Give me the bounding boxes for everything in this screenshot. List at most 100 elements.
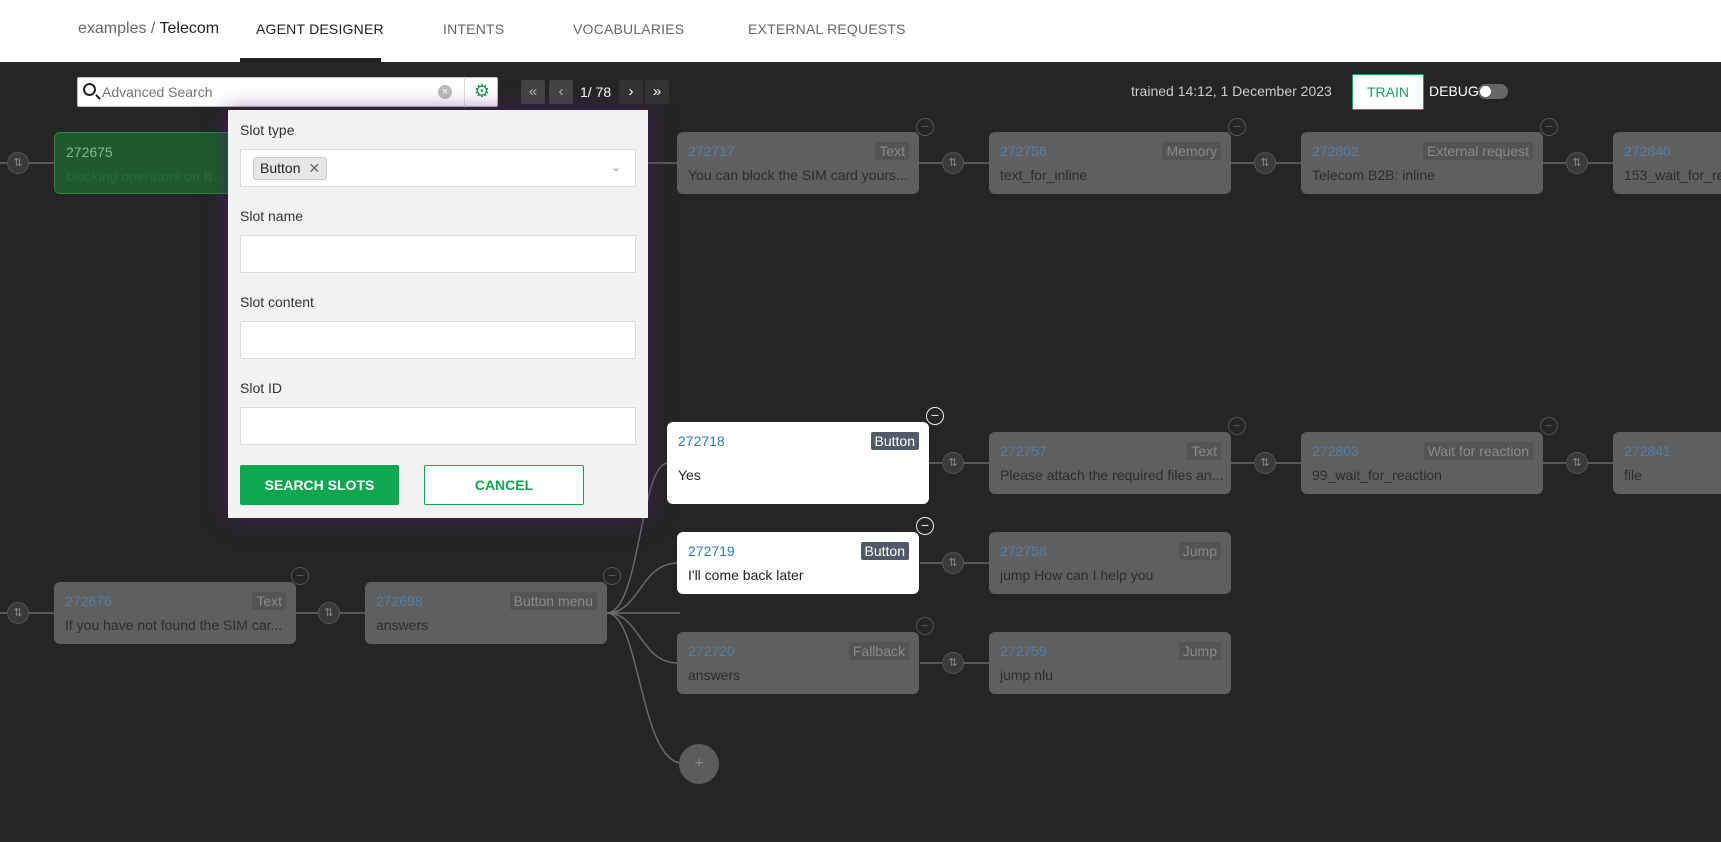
first-page-button[interactable]: « <box>521 80 545 104</box>
connector-icon[interactable]: ⇅ <box>1566 452 1588 474</box>
flow-node[interactable]: 272757 Text Please attach the required f… <box>989 432 1231 494</box>
slot-type-select[interactable]: Button ✕ ⌄ <box>240 149 636 187</box>
node-id: 272802 <box>1312 143 1359 159</box>
connector-icon[interactable]: ⇅ <box>942 152 964 174</box>
node-id: 272717 <box>688 143 735 159</box>
node-id: 272675 <box>66 144 113 160</box>
chevron-down-icon[interactable]: ⌄ <box>611 160 621 174</box>
node-type-badge: Memory <box>1162 142 1221 160</box>
node-id: 272841 <box>1624 443 1671 459</box>
connector-icon[interactable]: ⇅ <box>942 652 964 674</box>
connector-icon[interactable]: ⇅ <box>318 602 340 624</box>
slot-content-label: Slot content <box>240 294 314 310</box>
slot-content-input[interactable] <box>240 321 636 359</box>
train-button[interactable]: TRAIN <box>1352 74 1424 110</box>
node-text: answers <box>688 667 741 683</box>
collapse-icon[interactable]: − <box>916 617 934 635</box>
node-text: If you have not found the SIM car... <box>65 617 283 633</box>
add-node-button[interactable]: + <box>679 744 719 784</box>
node-type-badge: Button <box>860 542 909 560</box>
flow-node[interactable]: 272676 Text If you have not found the SI… <box>54 582 296 644</box>
flow-node[interactable]: 272803 Wait for reaction 99_wait_for_rea… <box>1301 432 1543 494</box>
collapse-icon[interactable]: − <box>291 567 309 585</box>
node-type-badge: Jump <box>1178 542 1221 560</box>
flow-node[interactable]: 272840 153_wait_for_re <box>1613 132 1721 194</box>
node-type-badge: Jump <box>1178 642 1221 660</box>
node-text: Telecom B2B: inline <box>1312 167 1435 183</box>
node-type-badge: Text <box>1187 442 1221 460</box>
flow-node-highlighted[interactable]: 272718 Button Yes <box>667 422 929 504</box>
search-slots-button[interactable]: SEARCH SLOTS <box>240 465 399 505</box>
filter-settings-icon[interactable]: ⚙ <box>464 77 499 107</box>
collapse-icon[interactable]: − <box>1540 417 1558 435</box>
prev-page-button[interactable]: ‹ <box>549 80 573 104</box>
flow-node-highlighted[interactable]: 272719 Button I'll come back later <box>677 532 919 594</box>
connector-icon[interactable]: ⇅ <box>942 452 964 474</box>
node-text: I'll come back later <box>688 567 804 583</box>
node-type-badge: Text <box>875 142 909 160</box>
collapse-icon[interactable]: − <box>1228 417 1246 435</box>
slot-type-chip[interactable]: Button ✕ <box>253 157 328 180</box>
node-id: 272840 <box>1624 143 1671 159</box>
flow-node[interactable]: 272698 Button menu answers <box>365 582 607 644</box>
trained-status: trained 14:12, 1 December 2023 <box>1131 83 1332 99</box>
flow-node[interactable]: 272759 Jump jump nlu <box>989 632 1231 694</box>
flow-node[interactable]: 272758 Jump jump How can I help you <box>989 532 1231 594</box>
slot-id-label: Slot ID <box>240 380 283 396</box>
next-page-button[interactable]: › <box>619 80 643 104</box>
last-page-button[interactable]: » <box>645 80 669 104</box>
flow-node[interactable]: 272720 Fallback answers <box>677 632 919 694</box>
chip-label: Button <box>260 160 301 176</box>
node-text: 153_wait_for_re <box>1624 167 1721 183</box>
connector-icon[interactable]: ⇅ <box>1254 152 1276 174</box>
advanced-search[interactable]: × ⚙ <box>77 77 502 107</box>
slot-name-label: Slot name <box>240 208 304 224</box>
debug-toggle[interactable] <box>1478 84 1508 99</box>
slot-id-input[interactable] <box>240 407 636 445</box>
node-text: You can block the SIM card yours... <box>688 167 908 183</box>
collapse-icon[interactable]: − <box>916 118 934 136</box>
node-id: 272803 <box>1312 443 1359 459</box>
flow-node[interactable]: 272841 file <box>1613 432 1721 494</box>
node-id: 272719 <box>688 543 735 559</box>
connector-icon[interactable]: ⇅ <box>1566 152 1588 174</box>
cancel-button[interactable]: CANCEL <box>424 465 584 505</box>
node-text: answers <box>376 617 429 633</box>
node-type-badge: Wait for reaction <box>1423 442 1533 460</box>
clear-icon[interactable]: × <box>438 85 452 99</box>
node-id: 272757 <box>1000 443 1047 459</box>
remove-chip-icon[interactable]: ✕ <box>308 160 320 176</box>
node-text: text_for_inline <box>1000 167 1088 183</box>
collapse-icon[interactable]: − <box>603 567 621 585</box>
advanced-search-panel: Slot type Button ✕ ⌄ Slot name Slot conte… <box>228 110 648 518</box>
node-type-badge: Fallback <box>848 642 909 660</box>
collapse-icon[interactable]: − <box>926 407 944 425</box>
node-text: file <box>1624 467 1642 483</box>
node-type-badge: Button <box>870 432 919 450</box>
connector-icon[interactable]: ⇅ <box>7 152 29 174</box>
flow-node[interactable]: 272756 Memory text_for_inline <box>989 132 1231 194</box>
node-type-badge: Button menu <box>509 592 597 610</box>
node-id: 272759 <box>1000 643 1047 659</box>
connector-icon[interactable]: ⇅ <box>1254 452 1276 474</box>
node-text: 99_wait_for_reaction <box>1312 467 1442 483</box>
collapse-icon[interactable]: − <box>1540 118 1558 136</box>
flow-node[interactable]: 272717 Text You can block the SIM card y… <box>677 132 919 194</box>
page-indicator: 1/ 78 <box>580 84 612 100</box>
slot-name-input[interactable] <box>240 235 636 273</box>
node-id: 272718 <box>678 433 725 449</box>
node-id: 272756 <box>1000 143 1047 159</box>
connector-icon[interactable]: ⇅ <box>7 602 29 624</box>
node-text: jump nlu <box>1000 667 1053 683</box>
node-text: jump How can I help you <box>1000 567 1154 583</box>
collapse-icon[interactable]: − <box>916 517 934 535</box>
debug-label: DEBUG <box>1429 83 1479 99</box>
flow-node[interactable]: 272802 External request Telecom B2B: inl… <box>1301 132 1543 194</box>
node-id: 272698 <box>376 593 423 609</box>
node-id: 272720 <box>688 643 735 659</box>
collapse-icon[interactable]: − <box>1228 118 1246 136</box>
connector-icon[interactable]: ⇅ <box>942 552 964 574</box>
node-text: Please attach the required files an... <box>1000 467 1224 483</box>
node-type-badge: Text <box>252 592 286 610</box>
node-id: 272676 <box>65 593 112 609</box>
